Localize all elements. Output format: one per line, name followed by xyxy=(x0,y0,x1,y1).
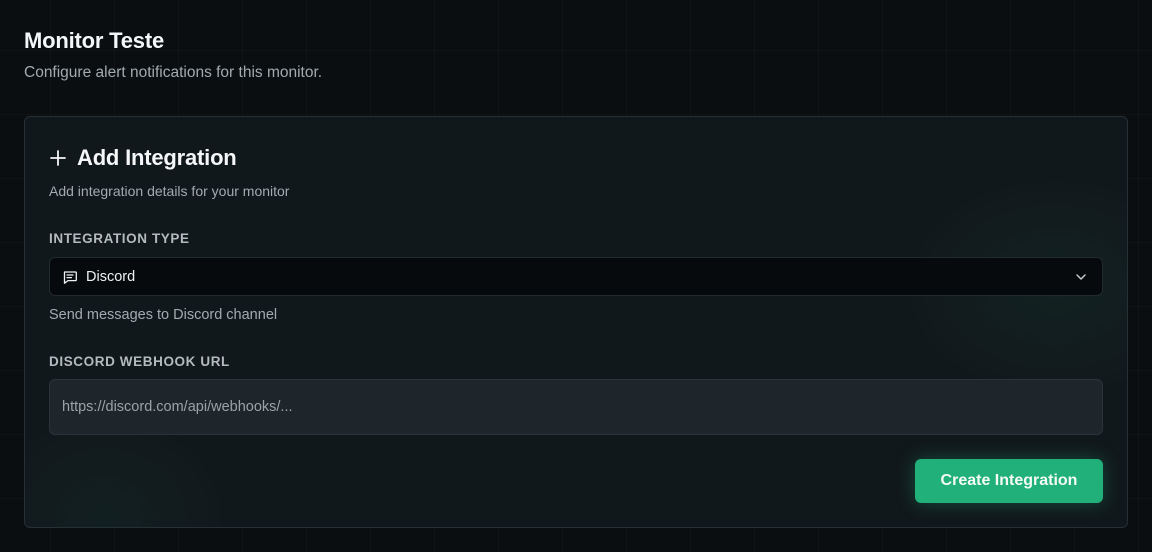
integration-type-helper: Send messages to Discord channel xyxy=(49,307,278,323)
create-integration-button[interactable]: Create Integration xyxy=(915,459,1103,503)
webhook-url-label: DISCORD WEBHOOK URL xyxy=(49,354,230,369)
plus-icon xyxy=(50,150,66,166)
page-subtitle: Configure alert notifications for this m… xyxy=(24,64,323,81)
add-integration-card: Add Integration Add integration details … xyxy=(24,116,1128,528)
chevron-down-icon xyxy=(1076,274,1086,280)
integration-type-select[interactable]: Discord xyxy=(49,257,1103,296)
page-title: Monitor Teste xyxy=(24,28,164,53)
card-title: Add Integration xyxy=(77,145,237,170)
integration-type-value: Discord xyxy=(86,268,136,285)
webhook-url-input[interactable] xyxy=(49,379,1103,435)
page-header: Monitor Teste Configure alert notificati… xyxy=(24,28,322,82)
card-header: Add Integration xyxy=(49,145,237,171)
card-description: Add integration details for your monitor xyxy=(49,183,290,199)
integration-type-label: INTEGRATION TYPE xyxy=(49,231,190,246)
message-square-icon xyxy=(63,270,77,284)
